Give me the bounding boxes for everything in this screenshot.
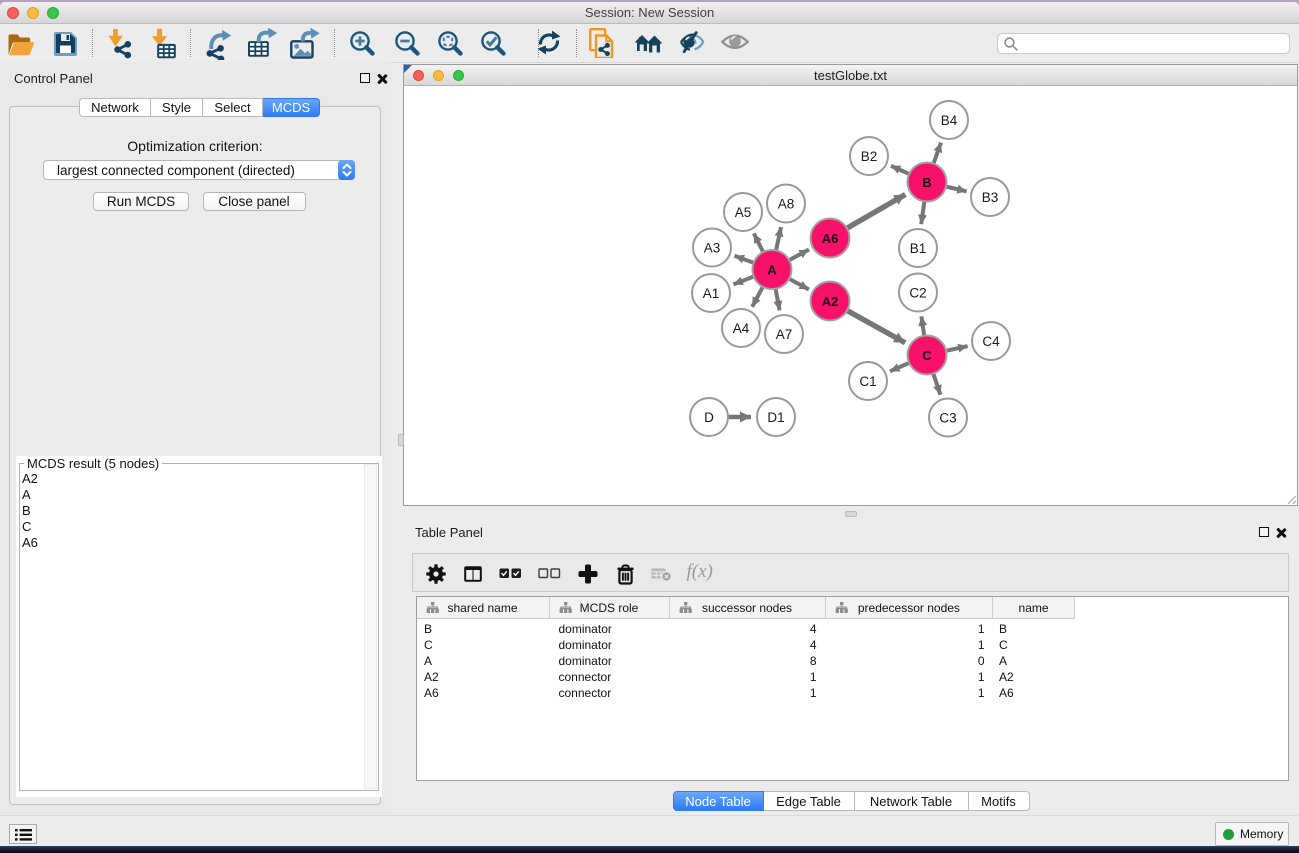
svg-text:A3: A3 [704,240,721,255]
svg-text:B: B [922,175,931,190]
svg-text:C: C [922,348,932,363]
svg-text:A6: A6 [822,231,839,246]
svg-text:B3: B3 [982,190,999,205]
svg-text:B2: B2 [861,149,878,164]
svg-text:B4: B4 [941,113,958,128]
svg-text:A: A [767,262,777,277]
svg-text:A4: A4 [733,321,750,336]
svg-text:A7: A7 [776,327,793,342]
svg-text:A8: A8 [778,196,795,211]
svg-text:C1: C1 [859,374,876,389]
svg-text:B1: B1 [910,241,927,256]
svg-text:C3: C3 [939,410,956,425]
svg-text:C4: C4 [982,334,1000,349]
svg-text:D: D [704,410,714,425]
svg-text:A2: A2 [822,294,839,309]
svg-text:A1: A1 [703,286,720,301]
svg-text:A5: A5 [735,205,752,220]
svg-text:C2: C2 [909,285,926,300]
svg-text:D1: D1 [767,410,784,425]
